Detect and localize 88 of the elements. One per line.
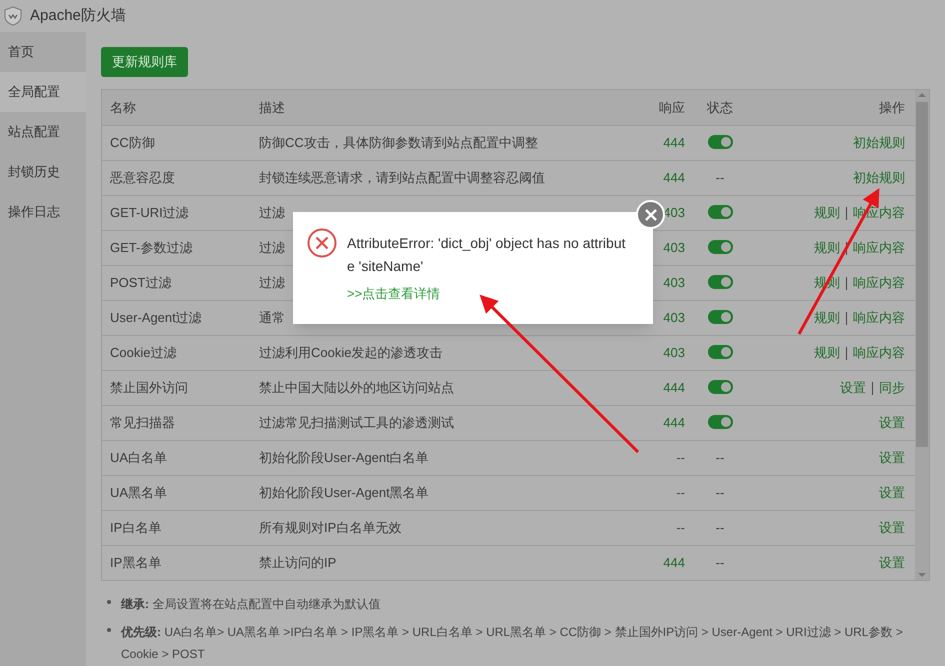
scroll-up-icon[interactable]: [918, 90, 926, 100]
status-text: --: [716, 555, 724, 570]
action-link[interactable]: 规则: [814, 240, 840, 255]
response-code: 444: [663, 414, 685, 430]
action-link[interactable]: 规则: [814, 204, 840, 220]
rule-name: UA黑名单: [110, 484, 168, 500]
status-text: --: [716, 520, 724, 535]
response-code: 403: [663, 240, 685, 255]
action-link[interactable]: 响应内容: [853, 240, 905, 255]
rule-description: 禁止中国大陆以外的地区访问站点: [259, 380, 454, 395]
column-header: 描述: [259, 100, 285, 114]
shield-logo-icon: [4, 6, 22, 26]
response-code: --: [676, 520, 685, 535]
note-text: 继承: 全局设置将在站点配置中自动继承为默认值: [121, 596, 380, 613]
rule-description: 过滤: [259, 274, 285, 290]
sidebar-item[interactable]: 全局配置: [0, 72, 86, 112]
toggle-switch[interactable]: [708, 204, 732, 219]
close-icon: [644, 208, 656, 220]
error-message: AttributeError: 'dict_obj' object has no attribute 'siteName': [347, 234, 626, 276]
response-code: 444: [663, 134, 685, 150]
toggle-switch[interactable]: [708, 414, 732, 429]
action-link[interactable]: 规则: [814, 344, 840, 360]
rule-name: 禁止国外访问: [110, 380, 188, 395]
rule-description: 初始化阶段User-Agent白名单: [259, 450, 429, 465]
column-header: 名称: [110, 100, 136, 114]
rule-description: 封锁连续恶意请求，请到站点配置中调整容忍阈值: [259, 170, 545, 185]
rule-name: IP白名单: [110, 520, 162, 535]
scroll-down-icon[interactable]: [918, 570, 926, 580]
action-link[interactable]: 设置: [879, 414, 905, 430]
response-code: 403: [663, 204, 685, 220]
rule-name: User-Agent过滤: [110, 310, 202, 325]
rule-name: Cookie过滤: [110, 344, 176, 360]
column-header: 状态: [707, 100, 733, 114]
response-code: 403: [663, 310, 685, 325]
action-link[interactable]: 设置: [879, 555, 905, 570]
action-link[interactable]: 初始规则: [853, 170, 905, 185]
details-link[interactable]: >>点击查看详情: [347, 284, 633, 304]
toggle-switch[interactable]: [708, 134, 732, 149]
response-code: --: [676, 484, 685, 500]
status-text: --: [716, 450, 724, 465]
action-link[interactable]: 设置: [840, 380, 866, 395]
rule-description: 所有规则对IP白名单无效: [259, 520, 402, 535]
rule-name: UA白名单: [110, 450, 168, 465]
response-code: 444: [663, 555, 685, 570]
toggle-switch[interactable]: [708, 344, 732, 359]
note-text: 优先级: UA白名单> UA黑名单 >IP白名单 > IP黑名单 > URL白名单 > URL黑名单 > CC防御 > 禁止国外IP访问 > User-Agent > URI过滤 > URL参数 > Cookie > POST: [121, 624, 904, 663]
update-rules-button[interactable]: 更新规则库: [101, 47, 188, 77]
rule-description: 初始化阶段User-Agent黑名单: [259, 484, 429, 500]
status-text: --: [716, 170, 724, 185]
rule-description: 过滤: [259, 240, 285, 255]
action-link[interactable]: 响应内容: [853, 274, 905, 290]
scrollbar[interactable]: [915, 90, 929, 580]
rule-description: 防御CC攻击，具体防御参数请到站点配置中调整: [259, 134, 538, 150]
action-link[interactable]: 同步: [879, 380, 905, 395]
rule-description: 过滤: [259, 204, 285, 220]
action-link[interactable]: 设置: [879, 484, 905, 500]
rule-description: 过滤利用Cookie发起的渗透攻击: [259, 344, 442, 360]
response-code: 403: [663, 344, 685, 360]
toggle-switch[interactable]: [708, 274, 732, 289]
toggle-switch[interactable]: [708, 310, 732, 324]
response-code: 444: [663, 170, 685, 185]
response-code: 403: [663, 274, 685, 290]
rule-name: GET-URI过滤: [110, 204, 189, 220]
error-icon: [307, 228, 337, 258]
rule-name: GET-参数过滤: [110, 240, 192, 255]
column-header: 操作: [879, 100, 905, 114]
response-code: --: [676, 450, 685, 465]
rule-name: POST过滤: [110, 274, 172, 290]
action-link[interactable]: 响应内容: [853, 344, 905, 360]
toggle-switch[interactable]: [708, 240, 732, 254]
action-link[interactable]: 设置: [879, 450, 905, 465]
rule-name: 常见扫描器: [110, 414, 175, 430]
rule-name: 恶意容忍度: [110, 170, 175, 185]
rule-description: 过滤常见扫描测试工具的渗透测试: [259, 414, 454, 430]
rule-name: CC防御: [110, 134, 155, 150]
window-title: Apache防火墙: [30, 6, 126, 26]
rule-description: 禁止访问的IP: [259, 555, 336, 570]
column-header: 响应: [659, 100, 685, 114]
status-text: --: [716, 484, 724, 500]
action-link[interactable]: 设置: [879, 520, 905, 535]
action-link[interactable]: 规则: [814, 310, 840, 325]
response-code: 444: [663, 380, 685, 395]
toggle-switch[interactable]: [708, 380, 732, 394]
rule-description: 通常: [259, 310, 285, 325]
scrollbar-thumb[interactable]: [916, 102, 928, 447]
action-link[interactable]: 初始规则: [853, 134, 905, 150]
action-link[interactable]: 响应内容: [853, 310, 905, 325]
rule-name: IP黑名单: [110, 555, 162, 570]
